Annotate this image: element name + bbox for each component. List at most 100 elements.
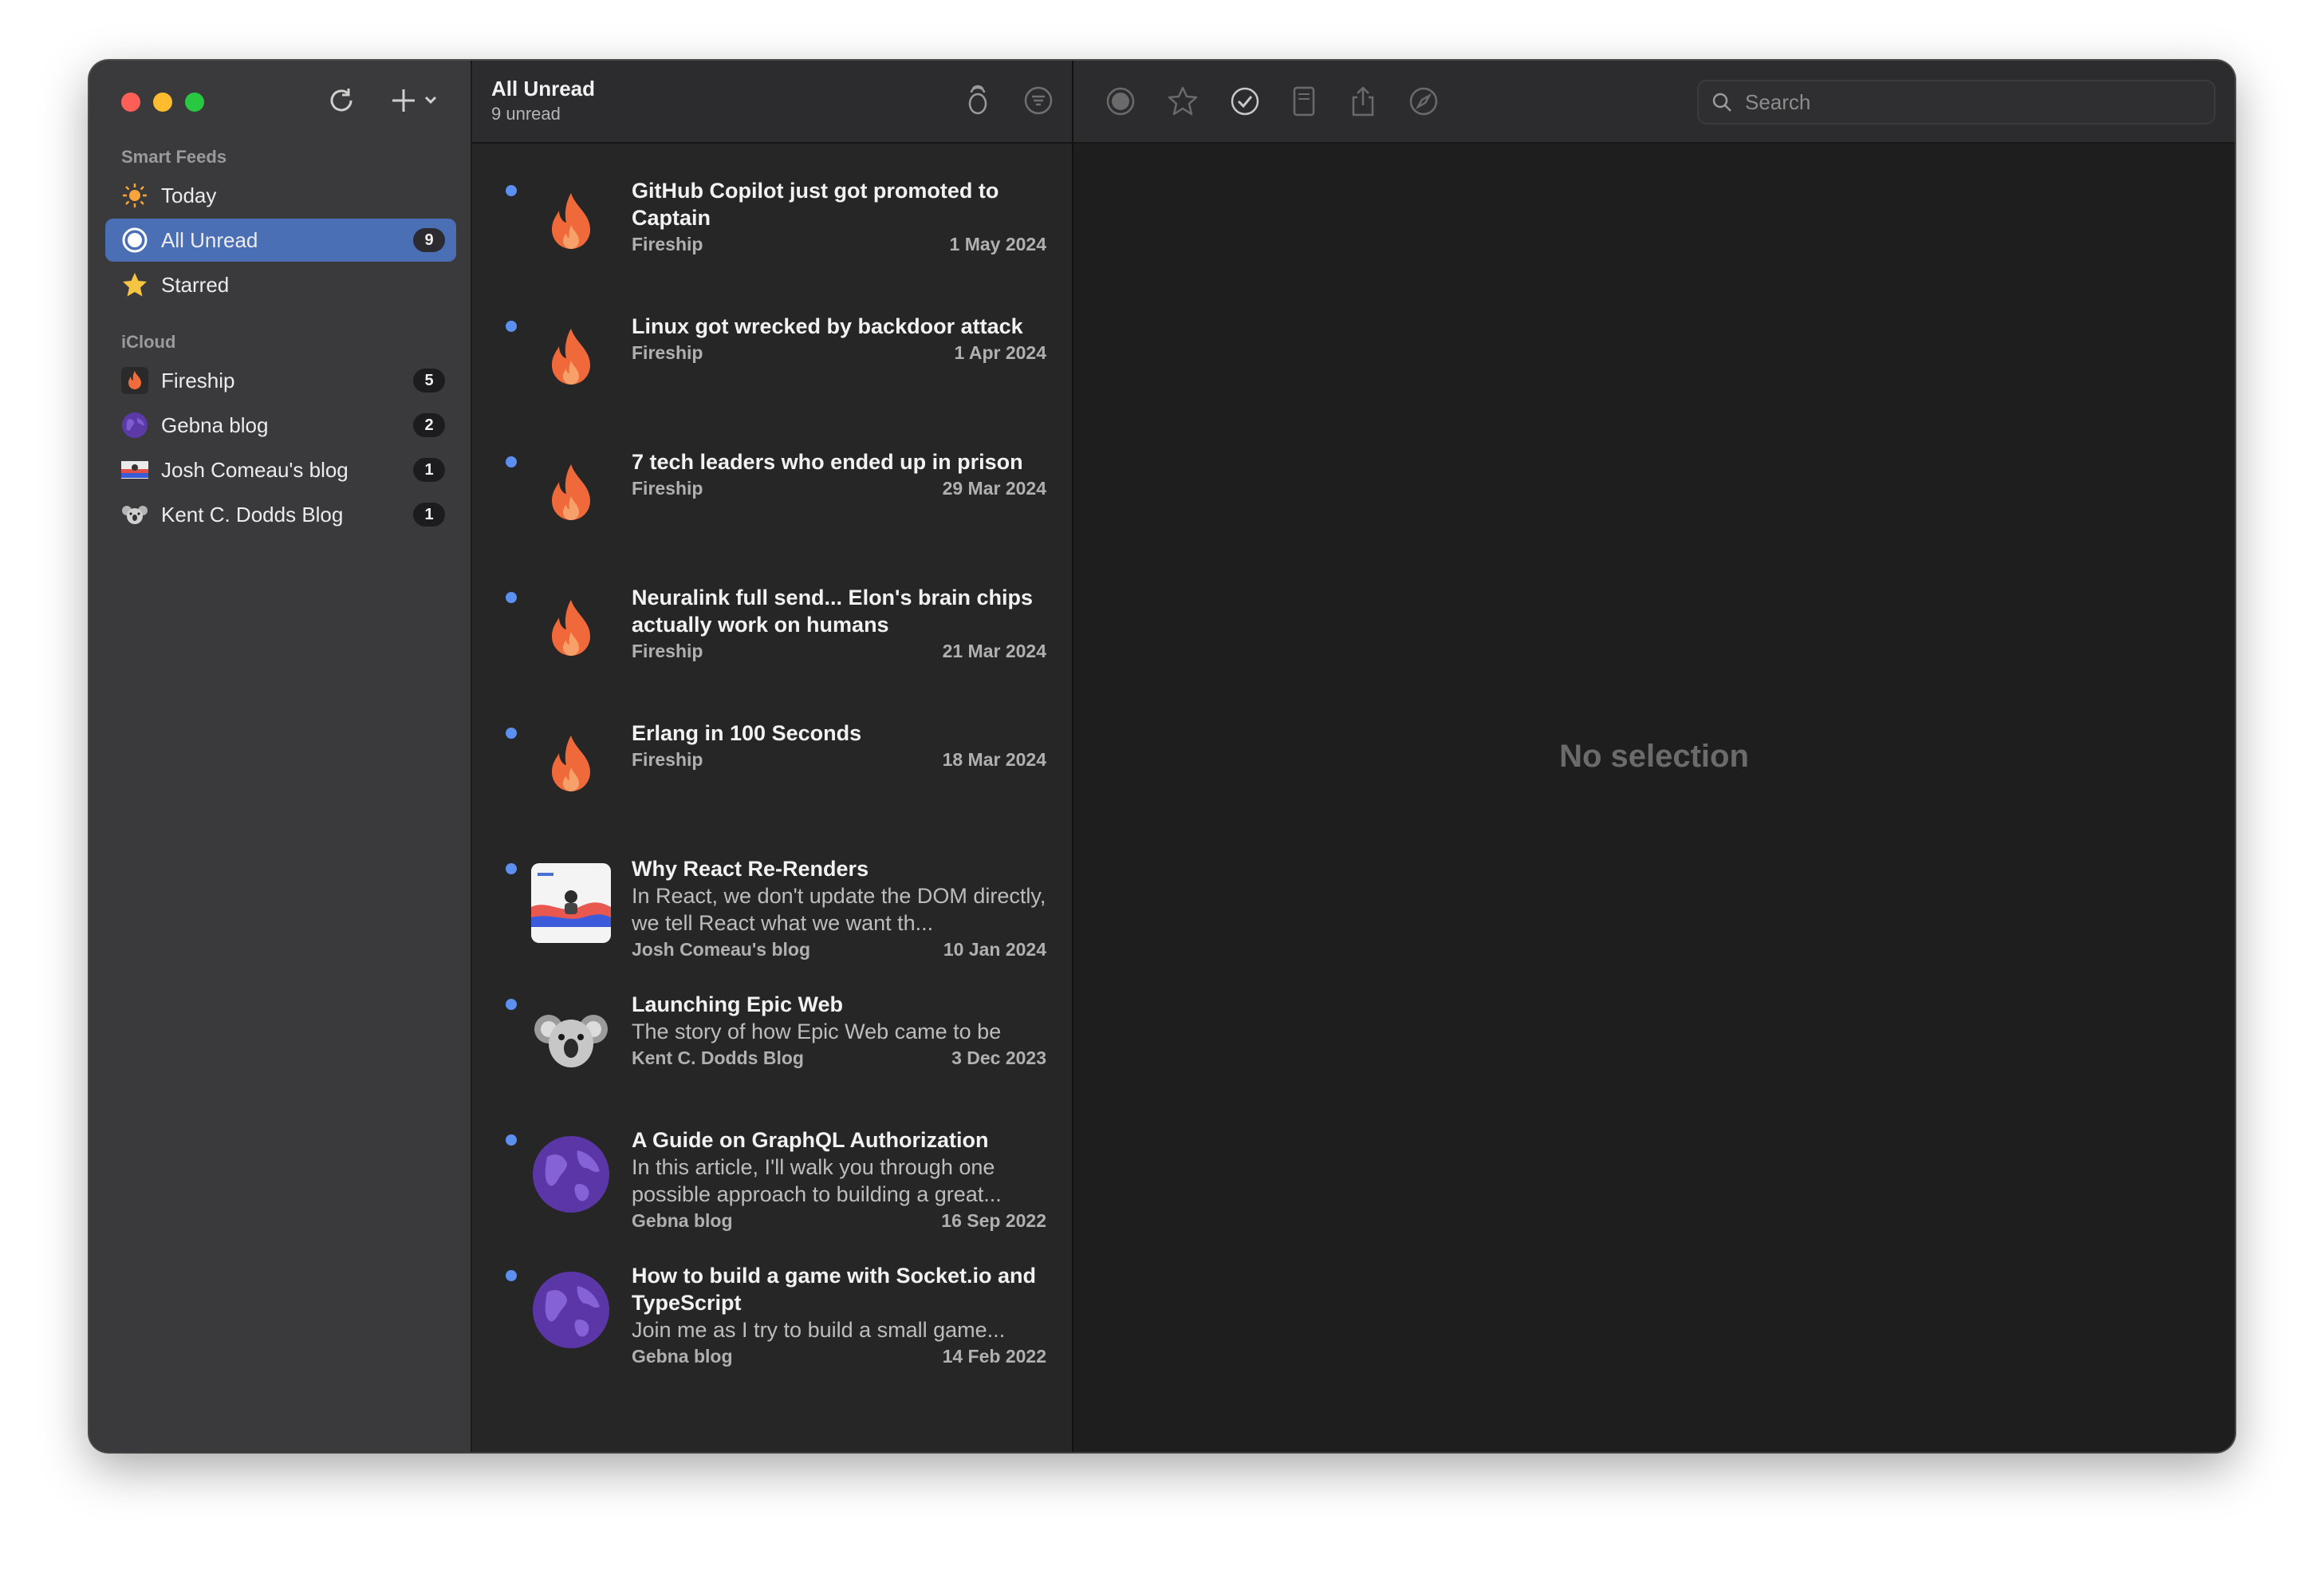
- article-title: A Guide on GraphQL Authorization: [632, 1128, 989, 1152]
- unread-indicator: [506, 1270, 517, 1281]
- mark-unread-icon[interactable]: [1104, 85, 1137, 118]
- article-source: Kent C. Dodds Blog: [632, 1047, 804, 1068]
- unread-count-badge: 2: [413, 413, 445, 437]
- star-icon: [121, 271, 148, 298]
- smart-feeds-heading: Smart Feeds: [121, 147, 227, 167]
- sidebar-item-label: Fireship: [161, 368, 235, 392]
- add-feed-button[interactable]: [389, 85, 445, 124]
- sidebar-item-label: All Unread: [161, 227, 258, 252]
- article-excerpt: The story of how Epic Web came to be: [632, 1020, 1002, 1043]
- sidebar-item-label: Starred: [161, 272, 230, 297]
- unread-count-badge: 9: [413, 228, 445, 252]
- article-title: 7 tech leaders who ended up in prison: [632, 450, 1023, 474]
- list-header: All Unread 9 unread: [472, 61, 1072, 144]
- sidebar-item-kent-c-dodds[interactable]: Kent C. Dodds Blog 1: [105, 493, 456, 536]
- article-title: How to build a game with Socket.io and T…: [632, 1264, 1037, 1315]
- article-meta: Fireship 18 Mar 2024: [632, 747, 1046, 772]
- koala-icon: [121, 501, 148, 528]
- article-title: Launching Epic Web: [632, 992, 844, 1016]
- refresh-icon[interactable]: [325, 85, 357, 124]
- article-text: A Guide on GraphQL Authorization In this…: [632, 1126, 1046, 1233]
- article-meta: Fireship 21 Mar 2024: [632, 638, 1046, 664]
- reader-view-icon[interactable]: [1287, 85, 1321, 118]
- article-date: 1 May 2024: [949, 234, 1046, 254]
- koala-thumbnail: [531, 999, 611, 1079]
- josh-comeau-icon: [121, 456, 148, 483]
- icloud-heading: iCloud: [121, 332, 176, 352]
- article-row[interactable]: Why React Re-Renders In React, we don't …: [472, 822, 1073, 960]
- article-row[interactable]: GitHub Copilot just got promoted to Capt…: [472, 144, 1073, 279]
- article-row[interactable]: How to build a game with Socket.io and T…: [472, 1229, 1073, 1367]
- mark-all-read-icon[interactable]: [962, 85, 994, 116]
- sidebar-item-label: Today: [161, 183, 217, 207]
- sidebar-item-josh-comeau[interactable]: Josh Comeau's blog 1: [105, 448, 456, 491]
- article-excerpt: In React, we don't update the DOM direct…: [632, 884, 1046, 935]
- article-meta: Fireship 1 Apr 2024: [632, 340, 1046, 365]
- sidebar-item-gebna-blog[interactable]: Gebna blog 2: [105, 404, 456, 447]
- unread-indicator: [506, 592, 517, 603]
- sidebar-item-label: Gebna blog: [161, 412, 269, 437]
- reader-toolbar: [1073, 61, 2235, 144]
- star-icon[interactable]: [1166, 85, 1199, 118]
- unread-indicator: [506, 321, 517, 332]
- article-text: Linux got wrecked by backdoor attack Fir…: [632, 313, 1046, 365]
- article-text: GitHub Copilot just got promoted to Capt…: [632, 177, 1046, 257]
- article-date: 29 Mar 2024: [942, 478, 1046, 499]
- josh-thumbnail: [531, 863, 611, 943]
- filter-icon[interactable]: [1022, 85, 1054, 116]
- article-date: 14 Feb 2022: [942, 1346, 1046, 1367]
- article-meta: Gebna blog 14 Feb 2022: [632, 1343, 1046, 1369]
- fireship-icon: [121, 367, 148, 394]
- unread-circle-icon: [121, 227, 148, 254]
- article-title: GitHub Copilot just got promoted to Capt…: [632, 179, 999, 230]
- unread-indicator: [506, 999, 517, 1010]
- unread-indicator: [506, 185, 517, 196]
- article-source: Fireship: [632, 641, 703, 661]
- sun-icon: [121, 182, 148, 209]
- article-text: Neuralink full send... Elon's brain chip…: [632, 584, 1046, 664]
- article-meta: Kent C. Dodds Blog 3 Dec 2023: [632, 1045, 1046, 1071]
- fireship-thumbnail: [531, 185, 611, 265]
- article-row[interactable]: Erlang in 100 Seconds Fireship 18 Mar 20…: [472, 686, 1073, 822]
- sidebar-item-today[interactable]: Today: [105, 174, 456, 217]
- article-source: Fireship: [632, 478, 703, 499]
- sidebar-item-fireship[interactable]: Fireship 5: [105, 359, 456, 402]
- minimize-button[interactable]: [153, 93, 172, 112]
- article-row[interactable]: Neuralink full send... Elon's brain chip…: [472, 550, 1073, 686]
- window-controls: [121, 93, 204, 112]
- empty-state-text: No selection: [1559, 739, 1749, 774]
- article-excerpt: In this article, I'll walk you through o…: [632, 1155, 1002, 1206]
- share-icon[interactable]: [1346, 85, 1380, 118]
- open-in-browser-icon[interactable]: [1407, 85, 1440, 118]
- article-meta: Fireship 1 May 2024: [632, 231, 1046, 257]
- article-date: 1 Apr 2024: [954, 342, 1047, 363]
- search-input[interactable]: [1743, 89, 2193, 116]
- article-text: 7 tech leaders who ended up in prison Fi…: [632, 448, 1046, 501]
- article-date: 21 Mar 2024: [942, 641, 1046, 661]
- fireship-thumbnail: [531, 728, 611, 807]
- reader-pane: No selection: [1073, 61, 2235, 1452]
- sidebar-item-all-unread[interactable]: All Unread 9: [105, 219, 456, 262]
- unread-indicator: [506, 1134, 517, 1146]
- article-source: Fireship: [632, 234, 703, 254]
- article-row[interactable]: A Guide on GraphQL Authorization In this…: [472, 1093, 1073, 1231]
- article-source: Fireship: [632, 749, 703, 770]
- article-row[interactable]: 7 tech leaders who ended up in prison Fi…: [472, 415, 1073, 550]
- zoom-button[interactable]: [185, 93, 204, 112]
- search-field[interactable]: [1697, 80, 2216, 124]
- mark-read-check-icon[interactable]: [1228, 85, 1262, 118]
- article-excerpt: Join me as I try to build a small game..…: [632, 1318, 1006, 1342]
- close-button[interactable]: [121, 93, 140, 112]
- list-unread-count: 9 unread: [491, 104, 561, 124]
- article-text: Why React Re-Renders In React, we don't …: [632, 855, 1046, 962]
- sidebar-item-starred[interactable]: Starred: [105, 263, 456, 306]
- sidebar: Smart Feeds Today All Unread 9 Starred i…: [89, 61, 472, 1452]
- article-source: Gebna blog: [632, 1346, 733, 1367]
- fireship-thumbnail: [531, 456, 611, 536]
- article-row[interactable]: Linux got wrecked by backdoor attack Fir…: [472, 279, 1073, 415]
- unread-count-badge: 1: [413, 458, 445, 482]
- article-row[interactable]: Launching Epic Web The story of how Epic…: [472, 957, 1073, 1093]
- article-source: Fireship: [632, 342, 703, 363]
- app-window: Smart Feeds Today All Unread 9 Starred i…: [89, 61, 2235, 1452]
- article-list: All Unread 9 unread GitHub Copilot just …: [472, 61, 1073, 1452]
